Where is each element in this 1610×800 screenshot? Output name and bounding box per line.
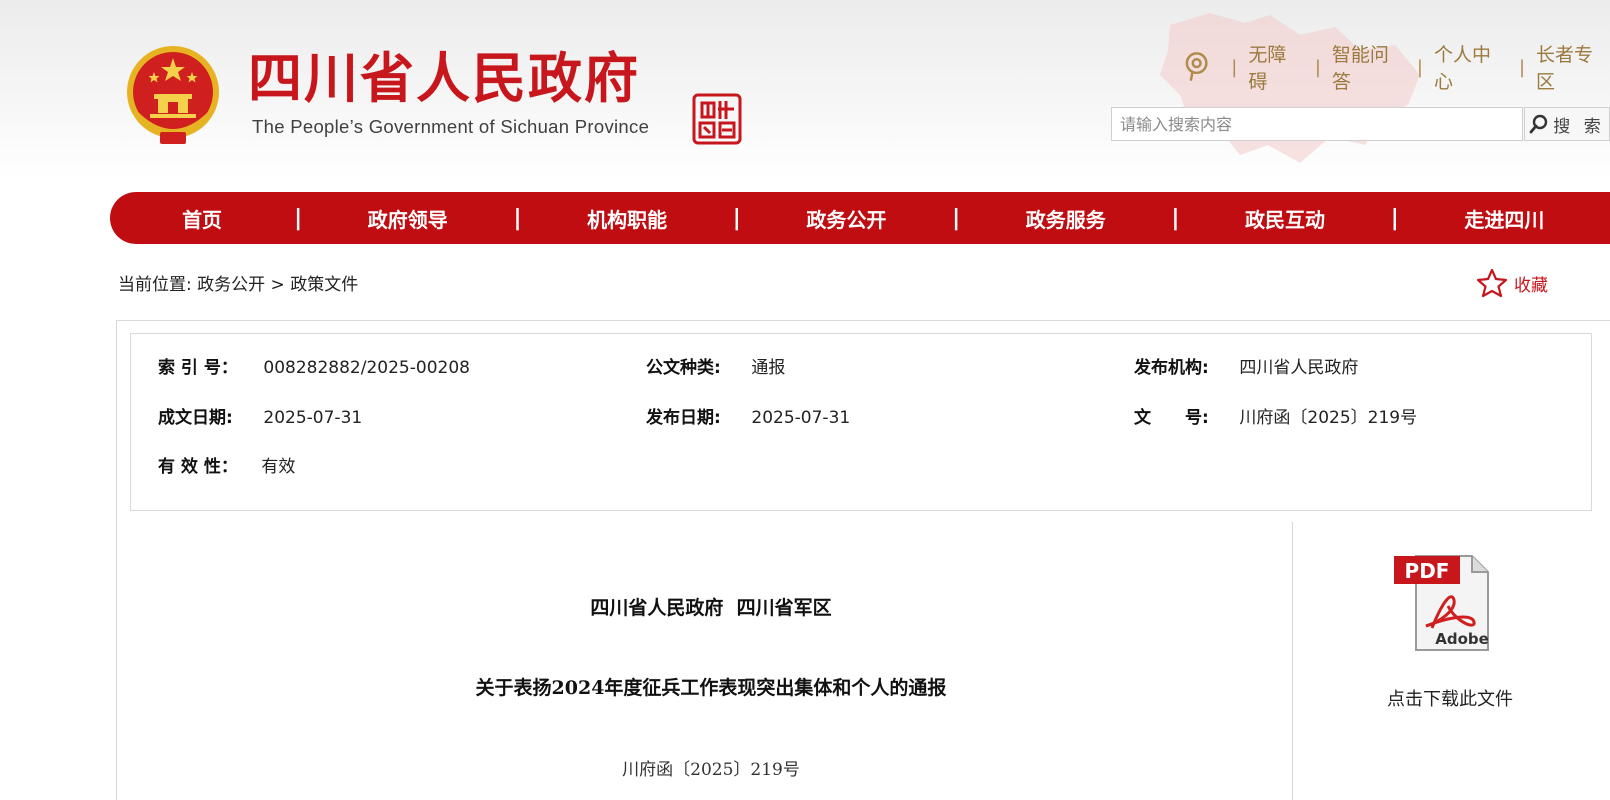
meta-validity-value: 有效 <box>261 457 296 477</box>
meta-publisher-label: 发布机构: <box>1134 358 1209 378</box>
national-emblem-icon <box>127 46 219 144</box>
top-link-separator: | <box>1518 56 1526 78</box>
nav-item-home[interactable]: 首页 <box>110 204 294 233</box>
nav-item-services[interactable]: 政务服务 <box>960 204 1171 233</box>
nav-item-interaction[interactable]: 政民互动 <box>1179 204 1390 233</box>
top-link-personal-center[interactable]: 个人中心 <box>1434 40 1508 94</box>
meta-published-value: 2025-07-31 <box>751 408 851 428</box>
site-header: 四川省人民政府 The People’s Government of Sichu… <box>0 0 1610 180</box>
search-box <box>1111 107 1523 141</box>
search-input[interactable] <box>1112 108 1522 140</box>
site-title: 四川省人民政府 <box>248 47 640 110</box>
top-link-elderly-zone[interactable]: 长者专区 <box>1536 40 1610 94</box>
top-link-accessibility[interactable]: 无障碍 <box>1248 40 1303 94</box>
pdf-download-icon[interactable]: PDF Adobe <box>1392 552 1492 654</box>
top-links-bar: | 无障碍 | 智能问答 | 个人中心 | 长者专区 <box>1183 44 1610 93</box>
breadcrumb-link-policy-documents[interactable]: 政策文件 <box>290 275 358 295</box>
china-sichuan-seal-icon <box>692 93 742 145</box>
favorite-button[interactable]: 收藏 <box>1476 268 1548 298</box>
nav-divider: | <box>513 205 522 231</box>
document-metadata-table: 索 引 号： 008282882/2025-00208 公文种类: 通报 发布机… <box>130 333 1592 511</box>
meta-index-label: 索 引 号： <box>158 358 238 378</box>
meta-docno-row: 文 号: 川府函〔2025〕219号 <box>1134 403 1417 428</box>
nav-divider: | <box>1390 205 1399 231</box>
nav-item-about-sichuan[interactable]: 走进四川 <box>1399 204 1610 233</box>
nav-item-institutions[interactable]: 机构职能 <box>521 204 732 233</box>
favorite-label: 收藏 <box>1514 275 1548 296</box>
meta-docno-value: 川府函〔2025〕219号 <box>1239 408 1418 428</box>
nav-divider: | <box>952 205 961 231</box>
pdf-label: PDF <box>1405 559 1450 583</box>
site-subtitle: The People’s Government of Sichuan Provi… <box>252 116 650 137</box>
meta-docno-label: 文 号: <box>1134 408 1209 428</box>
nav-item-leadership[interactable]: 政府领导 <box>302 204 513 233</box>
document-number: 川府函〔2025〕219号 <box>622 760 800 780</box>
meta-type-value: 通报 <box>751 358 786 378</box>
top-link-separator: | <box>1231 56 1238 78</box>
nav-divider: | <box>732 205 741 231</box>
document-title: 关于表扬2024年度征兵工作表现突出集体和个人的通报 <box>475 677 947 699</box>
meta-published-row: 发布日期: 2025-07-31 <box>646 403 850 428</box>
meta-type-label: 公文种类: <box>646 358 721 378</box>
meta-type-row: 公文种类: 通报 <box>646 353 785 378</box>
meta-publisher-value: 四川省人民政府 <box>1239 358 1359 378</box>
meta-index-row: 索 引 号： 008282882/2025-00208 <box>158 353 470 378</box>
breadcrumb-link-government-affairs[interactable]: 政务公开 <box>197 275 265 295</box>
main-navigation: 首页 | 政府领导 | 机构职能 | 政务公开 | 政务服务 | 政民互动 | … <box>110 192 1610 244</box>
download-file-link[interactable]: 点击下载此文件 <box>1310 685 1590 711</box>
nav-divider: | <box>294 205 303 231</box>
search-button-label: 搜 索 <box>1553 116 1605 137</box>
top-link-smart-qa[interactable]: 智能问答 <box>1332 40 1406 94</box>
search-icon <box>1529 114 1548 134</box>
document-issuer: 四川省人民政府 四川省军区 <box>590 597 832 619</box>
top-link-separator: | <box>1416 56 1423 78</box>
star-icon <box>1476 268 1508 298</box>
meta-validity-row: 有 效 性： 有效 <box>158 452 295 477</box>
meta-created-label: 成文日期: <box>158 408 233 428</box>
breadcrumb-prefix: 当前位置: <box>118 275 192 295</box>
nav-divider: | <box>1171 205 1180 231</box>
meta-created-value: 2025-07-31 <box>263 408 363 428</box>
search-button[interactable]: 搜 索 <box>1524 107 1610 141</box>
adobe-label: Adobe <box>1435 630 1489 648</box>
breadcrumb-separator: > <box>270 275 285 295</box>
meta-index-value: 008282882/2025-00208 <box>263 358 470 378</box>
nav-item-government-affairs[interactable]: 政务公开 <box>741 204 952 233</box>
content-sidebar-divider <box>1292 522 1293 800</box>
breadcrumb: 当前位置: 政务公开 > 政策文件 <box>118 270 358 295</box>
top-link-separator: | <box>1314 56 1321 78</box>
meta-published-label: 发布日期: <box>646 408 721 428</box>
accessibility-pin-icon[interactable] <box>1183 51 1210 83</box>
meta-validity-label: 有 效 性： <box>158 457 238 477</box>
meta-created-row: 成文日期: 2025-07-31 <box>158 403 362 428</box>
meta-publisher-row: 发布机构: 四川省人民政府 <box>1134 353 1358 378</box>
